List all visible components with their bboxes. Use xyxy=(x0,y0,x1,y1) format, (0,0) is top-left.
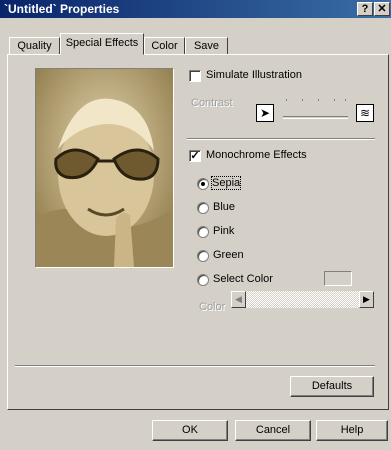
help-button[interactable]: Help xyxy=(316,420,388,441)
simulate-illustration-label: Simulate Illustration xyxy=(206,69,302,81)
sepia-radio[interactable] xyxy=(197,178,209,190)
sepia-label: Sepia xyxy=(210,176,242,190)
color-scrollbar[interactable]: ◀ ▶ xyxy=(231,291,374,308)
tab-special-effects[interactable]: Special Effects xyxy=(60,33,144,55)
contrast-label: Contrast xyxy=(191,97,233,109)
help-title-button[interactable]: ? xyxy=(357,2,373,16)
green-label: Green xyxy=(213,249,244,261)
ok-button[interactable]: OK xyxy=(152,420,228,441)
color-slider-label: Color xyxy=(199,301,226,313)
monochrome-effects-checkbox[interactable]: ✓ xyxy=(189,150,201,162)
blue-radio[interactable] xyxy=(197,202,209,214)
bottom-divider xyxy=(15,365,375,367)
title-bar[interactable]: `Untitled` Properties ? ✕ xyxy=(0,0,391,18)
select-color-radio[interactable] xyxy=(197,274,209,286)
close-button[interactable]: ✕ xyxy=(374,2,390,16)
contrast-slider xyxy=(283,116,348,119)
monochrome-effects-label: Monochrome Effects xyxy=(206,149,307,161)
tab-color[interactable]: Color xyxy=(144,37,185,55)
tab-save[interactable]: Save xyxy=(185,37,228,55)
scroll-right-icon[interactable]: ▶ xyxy=(359,291,374,308)
contrast-low-icon: ➤ xyxy=(256,104,274,122)
window-title: `Untitled` Properties xyxy=(4,2,120,16)
color-swatch[interactable] xyxy=(324,271,352,286)
select-color-label: Select Color xyxy=(213,273,273,285)
pink-radio[interactable] xyxy=(197,226,209,238)
pink-label: Pink xyxy=(213,225,235,237)
contrast-high-icon: ≋ xyxy=(356,104,374,122)
defaults-button[interactable]: Defaults xyxy=(290,376,374,397)
scroll-left-icon[interactable]: ◀ xyxy=(231,291,246,308)
tab-quality[interactable]: Quality xyxy=(9,37,60,55)
cancel-button[interactable]: Cancel xyxy=(235,420,311,441)
blue-label: Blue xyxy=(213,201,236,213)
sepia-photo-icon xyxy=(35,68,174,268)
simulate-illustration-checkbox[interactable] xyxy=(189,70,201,82)
green-radio[interactable] xyxy=(197,250,209,262)
divider xyxy=(187,138,375,140)
